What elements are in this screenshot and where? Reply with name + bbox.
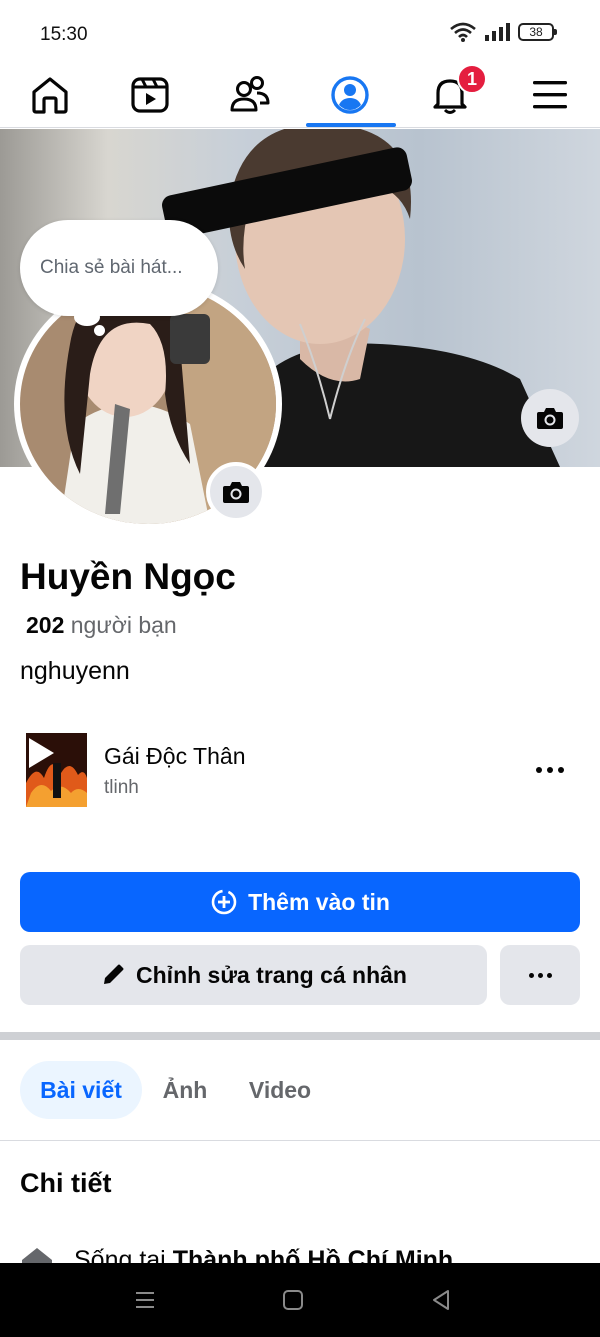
edit-profile-label: Chỉnh sửa trang cá nhân	[136, 961, 407, 988]
camera-icon	[537, 408, 563, 429]
cover-camera-button[interactable]	[521, 389, 579, 447]
friends-icon	[230, 76, 270, 112]
friends-count[interactable]: 202 người bạn	[26, 612, 177, 639]
section-divider	[0, 1032, 600, 1040]
note-bubble-tail	[74, 308, 100, 326]
avatar-camera-button[interactable]	[206, 462, 266, 522]
house-icon	[22, 1248, 52, 1264]
details-title: Chi tiết	[20, 1168, 112, 1198]
active-tab-indicator	[306, 123, 396, 127]
top-navigation: 1	[0, 60, 600, 128]
nav-friends[interactable]	[210, 66, 290, 124]
nav-home[interactable]	[10, 66, 90, 124]
profile-music[interactable]: Gái Độc Thân tlinh	[26, 733, 580, 807]
note-placeholder: Chia sẻ bài hát...	[40, 257, 183, 278]
tab-posts[interactable]: Bài viết	[20, 1061, 142, 1119]
battery-indicator: 38	[518, 23, 557, 41]
nav-video[interactable]	[110, 66, 190, 124]
pencil-icon	[104, 964, 124, 984]
edit-profile-button[interactable]: Chỉnh sửa trang cá nhân	[20, 945, 487, 1005]
system-back-button[interactable]	[421, 1285, 461, 1315]
detail-lives-in-place[interactable]: Thành phố Hồ Chí Minh	[173, 1246, 454, 1264]
profile-name: Huyền Ngọc	[20, 556, 236, 597]
square-icon	[283, 1290, 303, 1310]
signal-icon	[485, 23, 510, 41]
nav-profile[interactable]	[310, 66, 390, 124]
nav-menu[interactable]	[510, 66, 590, 124]
system-navigation-bar	[0, 1263, 600, 1337]
status-bar: 15:30 38	[0, 0, 600, 64]
note-bubble[interactable]: Chia sẻ bài hát...	[20, 220, 218, 316]
tab-photos[interactable]: Ảnh	[156, 1061, 214, 1119]
recent-apps-icon	[136, 1292, 154, 1308]
tabs-divider	[0, 1140, 600, 1141]
note-bubble-tail-small	[94, 325, 105, 336]
notification-badge: 1	[457, 64, 487, 94]
home-icon	[32, 77, 68, 114]
status-time: 15:30	[40, 24, 88, 45]
add-to-story-label: Thêm vào tin	[248, 888, 390, 915]
profile-bio: nghuyenn	[20, 657, 130, 685]
back-triangle-icon	[433, 1290, 449, 1310]
music-artist: tlinh	[104, 777, 139, 798]
menu-icon	[533, 81, 567, 109]
profile-icon	[331, 76, 369, 114]
status-icons: 38	[450, 22, 557, 42]
music-more-button[interactable]	[530, 755, 570, 785]
detail-lives-in: Sống tại Thành phố Hồ Chí Minh	[20, 1240, 580, 1264]
add-to-story-button[interactable]: Thêm vào tin	[20, 872, 580, 932]
tab-video[interactable]: Video	[240, 1061, 320, 1119]
camera-icon	[223, 482, 249, 503]
music-cover-art[interactable]	[26, 733, 87, 807]
profile-more-button[interactable]	[500, 945, 580, 1005]
system-home-button[interactable]	[273, 1285, 313, 1315]
music-title: Gái Độc Thân	[104, 743, 246, 769]
wifi-icon	[450, 22, 476, 42]
friends-label: người bạn	[70, 612, 177, 638]
detail-lives-in-prefix: Sống tại	[74, 1246, 166, 1264]
friends-number: 202	[26, 612, 65, 638]
add-circle-icon	[211, 889, 237, 915]
recent-apps-button[interactable]	[125, 1285, 165, 1315]
video-icon	[131, 77, 169, 113]
nav-notifications[interactable]: 1	[410, 64, 490, 124]
